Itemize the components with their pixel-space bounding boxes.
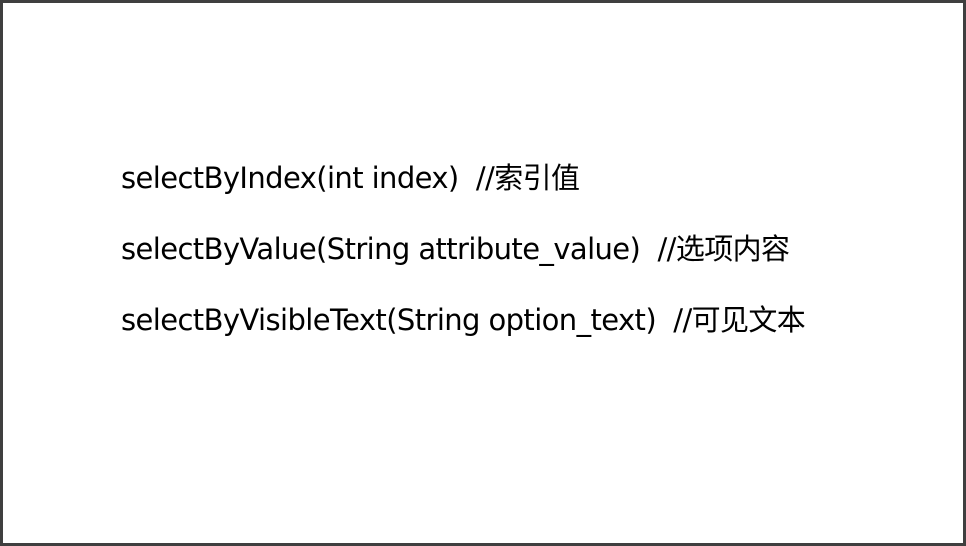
slide: selectByIndex(int index) //索引值 selectByV… [0,0,966,546]
select-by-index-line: selectByIndex(int index) //索引值 [121,161,580,195]
method-list: selectByIndex(int index) //索引值 selectByV… [121,156,943,369]
select-by-visible-text-line: selectByVisibleText(String option_text) … [121,303,806,337]
select-by-value-line: selectByValue(String attribute_value) //… [121,232,790,266]
